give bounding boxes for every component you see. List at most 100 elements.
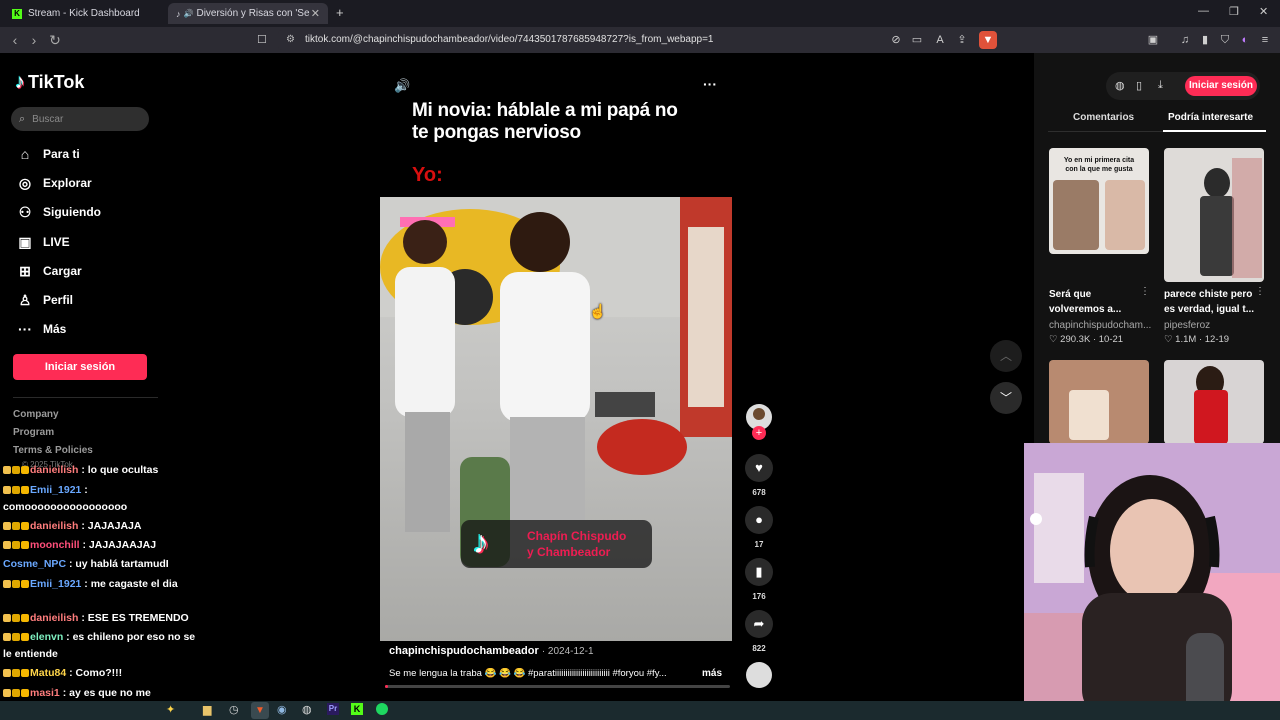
forward-button[interactable]: › bbox=[24, 30, 44, 50]
save-button[interactable]: ▮ bbox=[745, 558, 773, 586]
video-more-options-icon[interactable]: ··· bbox=[703, 76, 717, 92]
nav-label: Para ti bbox=[43, 147, 80, 161]
brave-shield-icon[interactable]: ▼ bbox=[979, 31, 997, 49]
sound-avatar[interactable] bbox=[746, 662, 772, 688]
brave-taskbar-icon[interactable]: ▼ bbox=[251, 702, 269, 719]
kick-taskbar-icon[interactable]: K bbox=[351, 703, 363, 715]
chat-username[interactable]: elenvn bbox=[30, 631, 63, 643]
share-button[interactable]: ➦ bbox=[745, 610, 773, 638]
like-button[interactable]: ♥ bbox=[745, 454, 773, 482]
nav-mas[interactable]: ··· Más bbox=[16, 318, 66, 340]
video-author-line: chapinchispudochambeador · 2024-12-1 bbox=[389, 645, 594, 657]
card-options-icon[interactable]: ⋮ bbox=[1255, 286, 1265, 297]
video-date: · 2024-12-1 bbox=[541, 646, 594, 657]
search-input[interactable]: ⌕ Buscar bbox=[11, 107, 149, 131]
spotify-icon[interactable] bbox=[376, 703, 388, 715]
nav-siguiendo[interactable]: ⚇ Siguiendo bbox=[16, 201, 101, 223]
reload-button[interactable]: ↻ bbox=[45, 30, 65, 50]
sidebar-toggle-icon[interactable]: ▣ bbox=[1144, 31, 1162, 49]
video-player[interactable]: ♪ Chapín Chispudo y Chambeador bbox=[380, 197, 732, 641]
footer-terms[interactable]: Terms & Policies bbox=[13, 445, 93, 456]
menu-icon[interactable]: ≡ bbox=[1256, 31, 1274, 49]
tab-tiktok-video[interactable]: ♪ 🔊 Diversión y Risas con 'Se me l ✕ bbox=[168, 3, 328, 24]
chat-username[interactable]: Matu84 bbox=[30, 667, 66, 679]
coins-icon[interactable]: ◍ bbox=[1115, 79, 1125, 92]
tab-kick-dashboard[interactable]: K Stream - Kick Dashboard bbox=[4, 3, 164, 24]
chat-message: Emii_1921 : bbox=[3, 484, 88, 496]
next-video-button[interactable]: ﹀ bbox=[990, 382, 1022, 414]
nav-para-ti[interactable]: ⌂ Para ti bbox=[16, 143, 80, 165]
volume-icon[interactable]: 🔊 bbox=[394, 78, 410, 94]
bookmark-icon[interactable]: ☐ bbox=[257, 33, 267, 46]
login-button[interactable]: Iniciar sesión bbox=[13, 354, 147, 380]
share-arrow-icon: ➦ bbox=[753, 616, 765, 631]
no-translate-icon[interactable]: ⊘ bbox=[887, 31, 905, 49]
chat-badge-icon bbox=[12, 614, 20, 622]
related-video-title[interactable]: parece chiste pero es verdad, igual t... bbox=[1164, 287, 1254, 317]
related-video-thumbnail[interactable]: Yo en mi primera cita con la que me gust… bbox=[1049, 148, 1149, 254]
premiere-icon[interactable]: Pr bbox=[327, 703, 339, 715]
obs-icon[interactable]: ◍ bbox=[302, 703, 312, 716]
video-author[interactable]: chapinchispudochambeador bbox=[389, 645, 539, 657]
nav-explorar[interactable]: ◎ Explorar bbox=[16, 172, 92, 194]
nav-live[interactable]: ▣ LIVE bbox=[16, 231, 69, 253]
leo-icon[interactable]: ◐ bbox=[1236, 31, 1254, 49]
chat-username[interactable]: Emii_1921 bbox=[30, 484, 81, 496]
device-icon[interactable]: ▯ bbox=[1136, 79, 1142, 92]
windows-taskbar bbox=[0, 701, 1280, 720]
site-info-icon[interactable]: ⚙ bbox=[286, 30, 295, 50]
close-window-button[interactable]: ✕ bbox=[1259, 5, 1268, 18]
chat-username[interactable]: Cosme_NPC bbox=[3, 558, 66, 570]
chat-username[interactable]: danieilish bbox=[30, 520, 78, 532]
download-icon[interactable]: ⤓ bbox=[1158, 79, 1163, 92]
profile-icon: ♙ bbox=[18, 291, 32, 308]
more-icon: ··· bbox=[18, 321, 32, 337]
footer-program[interactable]: Program bbox=[13, 427, 54, 438]
nav-perfil[interactable]: ♙ Perfil bbox=[16, 289, 73, 311]
title-line: volveremos a... bbox=[1049, 304, 1122, 315]
nav-cargar[interactable]: ⊞ Cargar bbox=[16, 260, 82, 282]
sidebar-divider bbox=[13, 397, 158, 398]
vpn-shield-icon[interactable]: ⛉ bbox=[1216, 31, 1234, 49]
tab-comentarios[interactable]: Comentarios bbox=[1073, 112, 1134, 123]
translate-icon[interactable]: A bbox=[931, 31, 949, 49]
follow-plus-icon[interactable]: + bbox=[752, 426, 766, 440]
cast-icon[interactable]: ▭ bbox=[908, 31, 926, 49]
share-icon[interactable]: ⇪ bbox=[953, 31, 971, 49]
chat-username[interactable]: Emii_1921 bbox=[30, 578, 81, 590]
related-video-thumbnail[interactable] bbox=[1164, 148, 1264, 282]
logo-text: TikTok bbox=[28, 72, 85, 92]
chat-message: Cosme_NPC : uy hablá tartamudI bbox=[3, 558, 169, 570]
right-login-button[interactable]: Iniciar sesión bbox=[1185, 76, 1257, 96]
previous-video-button[interactable]: ︿ bbox=[990, 340, 1022, 372]
related-video-thumbnail[interactable] bbox=[1049, 360, 1149, 444]
footer-company[interactable]: Company bbox=[13, 409, 59, 420]
chat-username[interactable]: danieilish bbox=[30, 612, 78, 624]
chat-text: : me cagaste el dia bbox=[81, 578, 178, 590]
chat-username[interactable]: moonchill bbox=[30, 539, 80, 551]
more-link[interactable]: más bbox=[702, 668, 722, 679]
new-tab-button[interactable]: + bbox=[336, 5, 344, 20]
chat-message: moonchill : JAJAJAAJAJ bbox=[3, 539, 156, 551]
tab-podria-interesarte[interactable]: Podría interesarte bbox=[1168, 112, 1253, 123]
related-video-user[interactable]: pipesferoz bbox=[1164, 320, 1210, 331]
clock-app-icon[interactable]: ◷ bbox=[229, 703, 239, 716]
steam-icon[interactable]: ◉ bbox=[277, 703, 287, 716]
back-button[interactable]: ‹ bbox=[5, 30, 25, 50]
related-video-title[interactable]: Será que volveremos a... bbox=[1049, 287, 1121, 317]
comment-button[interactable]: ● bbox=[745, 506, 773, 534]
card-options-icon[interactable]: ⋮ bbox=[1140, 286, 1150, 297]
reading-list-icon[interactable]: ▮ bbox=[1196, 31, 1214, 49]
file-explorer-icon[interactable]: ▆ bbox=[203, 703, 211, 716]
video-progress-bar[interactable] bbox=[385, 685, 730, 688]
chat-badge-icon bbox=[12, 486, 20, 494]
restore-button[interactable]: ❐ bbox=[1229, 5, 1239, 18]
media-icon[interactable]: ♫ bbox=[1176, 31, 1194, 49]
tiktok-logo[interactable]: ♪ TikTok bbox=[15, 71, 84, 94]
related-video-user[interactable]: chapinchispudocham... bbox=[1049, 320, 1151, 331]
related-video-thumbnail[interactable] bbox=[1164, 360, 1264, 444]
close-tab-icon[interactable]: ✕ bbox=[311, 7, 320, 20]
chat-username[interactable]: danieilish bbox=[30, 464, 78, 476]
chat-username[interactable]: masi1 bbox=[30, 687, 60, 699]
minimize-button[interactable]: — bbox=[1198, 5, 1209, 17]
